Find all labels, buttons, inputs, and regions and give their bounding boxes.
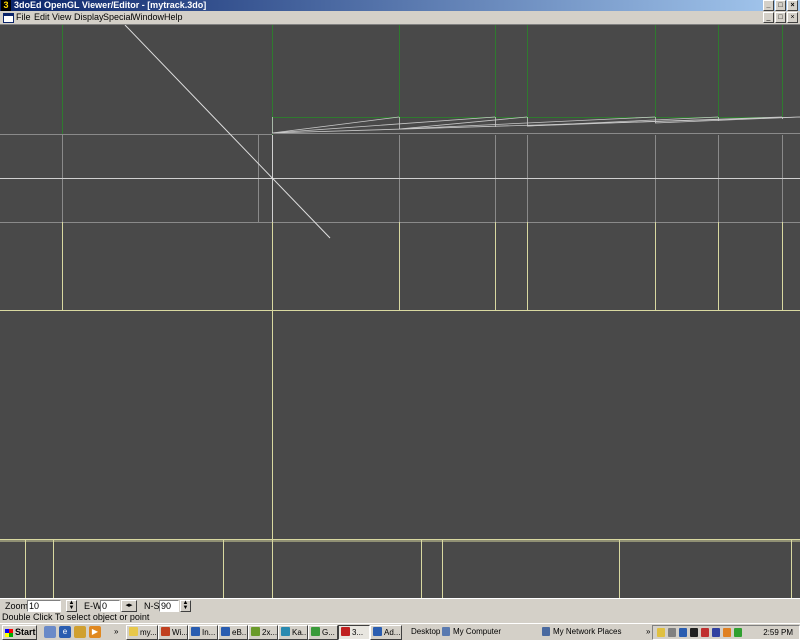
clock[interactable]: 2:59 PM — [763, 626, 793, 639]
folder-icon — [129, 627, 138, 636]
yellow-grid-lines — [0, 222, 800, 598]
mdi-close-button[interactable]: × — [787, 12, 798, 23]
zoom-input[interactable]: 10 — [27, 600, 61, 612]
menu-display[interactable]: Display — [74, 12, 104, 23]
maximize-button[interactable]: □ — [775, 0, 786, 11]
green-grid-lines — [62, 25, 783, 135]
windows-flag-icon — [5, 629, 13, 637]
start-button[interactable]: Start — [2, 625, 37, 640]
ie-icon — [373, 627, 382, 636]
tray-icon-6[interactable] — [712, 628, 720, 637]
menu-edit[interactable]: Edit — [34, 12, 50, 23]
tray-icon-5[interactable] — [701, 628, 709, 637]
taskbar-button-2[interactable]: Wi... — [158, 625, 188, 640]
menu-help[interactable]: Help — [164, 12, 183, 23]
system-tray: 2:59 PM — [652, 625, 800, 640]
mdi-window-controls: _ □ × — [763, 12, 798, 23]
menu-bar: File Edit View Display Special Window He… — [0, 11, 800, 25]
opengl-viewport[interactable] — [0, 25, 800, 598]
document-icon[interactable] — [3, 13, 14, 23]
title-bar[interactable]: 3 3doEd OpenGL Viewer/Editor - [mytrack.… — [0, 0, 800, 11]
taskbar-button-3[interactable]: In... — [188, 625, 218, 640]
taskbar-button-7[interactable]: G... — [308, 625, 338, 640]
taskbar-button-9[interactable]: Ad... — [370, 625, 402, 640]
tray-icon-7[interactable] — [723, 628, 731, 637]
mdi-maximize-button[interactable]: □ — [775, 12, 786, 23]
taskbar-button-4[interactable]: eB... — [218, 625, 248, 640]
ew-input[interactable]: 0 — [100, 600, 120, 612]
minimize-button[interactable]: _ — [763, 0, 774, 11]
taskbar-button-6[interactable]: Ka... — [278, 625, 308, 640]
ew-label: E-W — [84, 601, 102, 611]
network-places-link[interactable]: My Network Places — [553, 625, 621, 639]
wireframe-scene — [0, 25, 800, 598]
tray-icon-3[interactable] — [679, 628, 687, 637]
ie-icon[interactable]: e — [59, 626, 71, 638]
taskbar: Start e ▶ » my... Wi... In... eB... 2x..… — [0, 623, 800, 640]
3doed-icon — [341, 627, 350, 636]
app-icon — [311, 627, 320, 636]
tray-icon-1[interactable] — [657, 628, 665, 637]
window-controls: _ □ × — [763, 0, 798, 11]
desktop-icon[interactable] — [44, 626, 56, 638]
close-button[interactable]: × — [787, 0, 798, 11]
media-player-icon[interactable]: ▶ — [89, 626, 101, 638]
desktop-toolbar-label[interactable]: Desktop — [411, 625, 440, 639]
menu-window[interactable]: Window — [132, 12, 164, 23]
toolbar-chevron[interactable]: » — [646, 625, 650, 639]
status-text: Double Click To select object or point — [2, 612, 150, 622]
outlook-icon[interactable] — [74, 626, 86, 638]
taskbar-button-1[interactable]: my... — [126, 625, 158, 640]
my-computer-link[interactable]: My Computer — [453, 625, 501, 639]
quicklaunch-chevron[interactable]: » — [114, 625, 118, 639]
ns-spinner[interactable]: ▲ ▼ — [180, 600, 191, 612]
tray-icon-2[interactable] — [668, 628, 676, 637]
taskbar-button-3doed[interactable]: 3... — [338, 625, 370, 640]
tray-icon-8[interactable] — [734, 628, 742, 637]
menu-special[interactable]: Special — [103, 12, 133, 23]
taskbar-button-5[interactable]: 2x... — [248, 625, 278, 640]
diagonal-line — [124, 25, 331, 239]
tray-icon-4[interactable] — [690, 628, 698, 637]
zoom-spinner[interactable]: ▲ ▼ — [66, 600, 77, 612]
window-title: 3doEd OpenGL Viewer/Editor - [mytrack.3d… — [14, 0, 207, 10]
menu-view[interactable]: View — [52, 12, 71, 23]
app-icon — [251, 627, 260, 636]
ie-icon — [191, 627, 200, 636]
zoom-label: Zoom — [5, 601, 29, 611]
status-bar: Double Click To select object or point — [0, 612, 800, 623]
app-icon — [281, 627, 290, 636]
app-icon[interactable]: 3 — [1, 0, 11, 11]
app-icon — [161, 627, 170, 636]
ns-label: N-S — [144, 601, 160, 611]
my-computer-icon — [442, 627, 450, 636]
ns-input[interactable]: 90 — [159, 600, 179, 612]
ew-spinner[interactable]: ◂▸ — [121, 600, 137, 612]
mdi-minimize-button[interactable]: _ — [763, 12, 774, 23]
network-places-icon — [542, 627, 550, 636]
menu-file[interactable]: File — [16, 12, 31, 23]
coordinate-toolbar: Zoom 10 ▲ ▼ E-W 0 ◂▸ N-S 90 ▲ ▼ — [0, 598, 800, 613]
track-wireframe — [271, 116, 800, 134]
ie-icon — [221, 627, 230, 636]
